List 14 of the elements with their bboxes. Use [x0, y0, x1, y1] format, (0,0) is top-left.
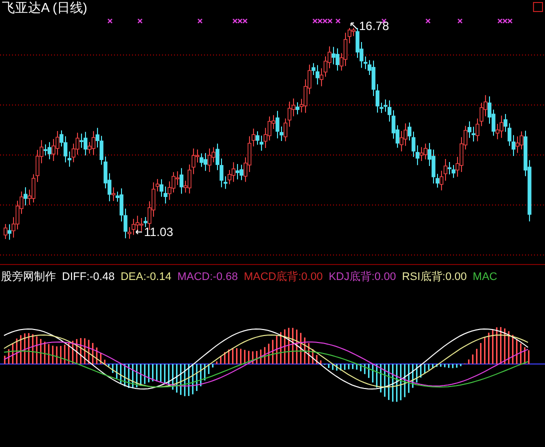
indicator-label: DIFF:-0.48: [62, 272, 115, 282]
indicator-label: 股旁网制作: [1, 272, 56, 282]
arrow-icon: [135, 228, 143, 236]
chart-title: 飞亚达A (日线): [2, 1, 88, 14]
indicator-label: MACD:-0.68: [177, 272, 238, 282]
maximize-icon[interactable]: [533, 2, 543, 12]
indicator-label: DEA:-0.14: [120, 272, 172, 282]
high-price-label: 16.78: [359, 20, 390, 32]
indicator-label: MACD底背:0.00: [244, 272, 323, 282]
indicator-label: KDJ底背:0.00: [328, 272, 396, 282]
indicator-label: MAC: [472, 272, 498, 282]
arrow-icon: [350, 22, 358, 30]
low-price-label: 11.03: [144, 226, 174, 238]
indicator-label: RSI底背:0.00: [402, 272, 467, 282]
